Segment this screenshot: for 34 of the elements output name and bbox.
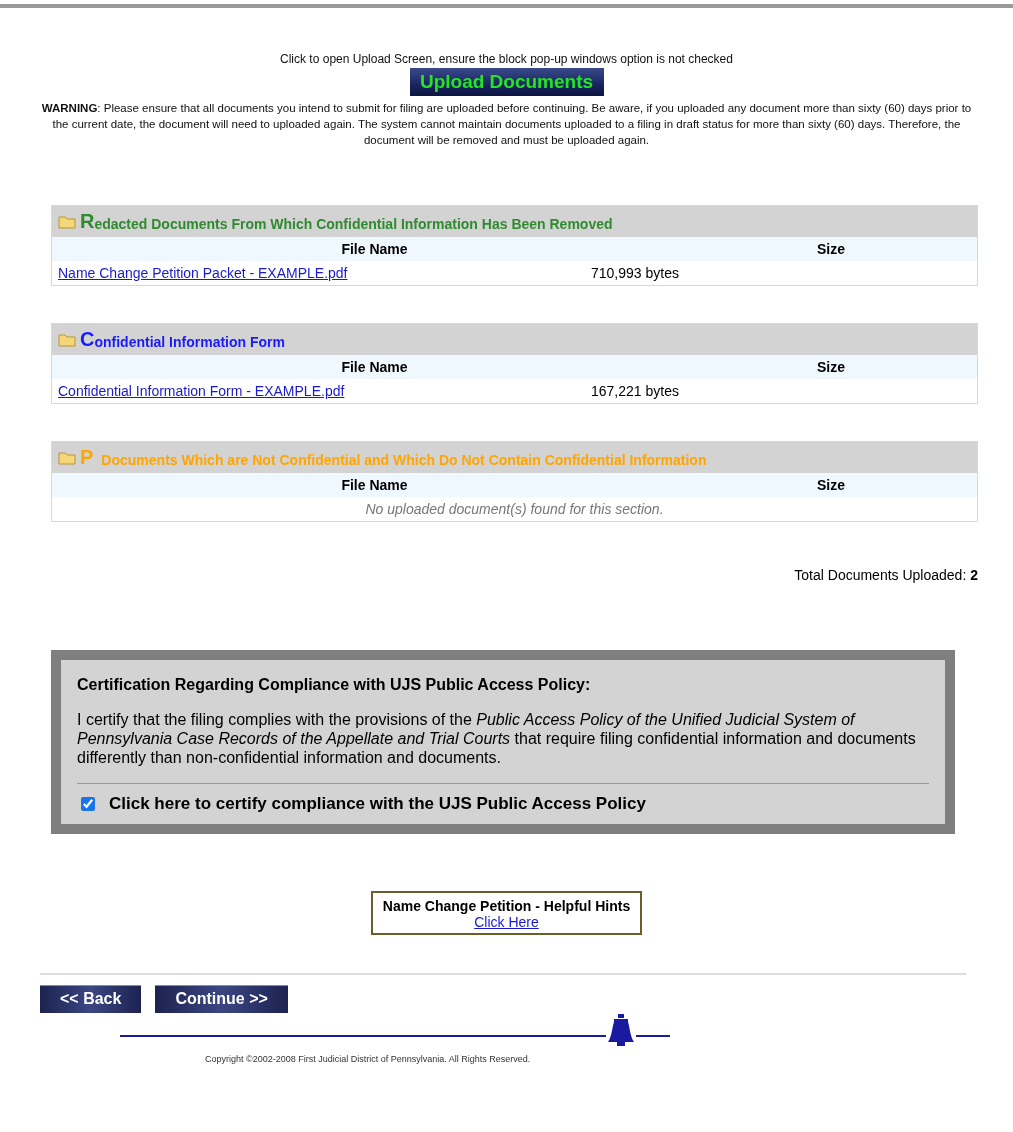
file-link[interactable]: Confidential Information Form - EXAMPLE.pdf <box>58 383 345 399</box>
copyright-text: Copyright ©2002-2008 First Judicial District of Pennsylvania. All Rights Reserved. <box>205 1054 532 1064</box>
back-button[interactable]: << Back <box>40 985 142 1013</box>
section-title: edacted Documents From Which Confidential Information Has Been Removed <box>94 215 613 232</box>
section-title: Documents Which are Not Confidential and Which Do Not Contain Confidential Information <box>101 451 707 468</box>
column-header: File Name <box>340 359 409 375</box>
certification-heading: Certification Regarding Compliance with UJS Public Access Policy: <box>77 676 592 694</box>
section-title: onfidential Information Form <box>94 333 285 350</box>
file-link[interactable]: Name Change Petition Packet - EXAMPLE.pdf <box>58 265 348 281</box>
column-header: Size <box>816 359 846 375</box>
upload-hint: Click to open Upload Screen, ensure the block pop-up windows option is not checked <box>280 52 733 66</box>
section-initial: C <box>80 328 95 351</box>
certify-label[interactable]: Click here to certify compliance with the UJS Public Access Policy <box>109 794 646 814</box>
column-header: File Name <box>340 241 409 257</box>
liberty-bell-icon <box>606 1013 636 1047</box>
folder-icon <box>58 214 76 229</box>
warning-text: WARNING: Please ensure that all documents you intend to submit for filing are uploaded before continuing. Be aware, if you uploaded any document more than sixty (60) days prior to the current date, the document will need to uploaded again. The system cannot maintain documents uploaded to a filing in draft status for more than sixty (60) days. Therefore, the document will be removed and must be uploaded again. <box>40 101 973 148</box>
total-documents: Total Documents Uploaded: 2 <box>794 567 978 583</box>
empty-message: No uploaded document(s) found for this section. <box>364 500 665 519</box>
column-header: Size <box>816 241 846 257</box>
section-initial: P <box>80 446 94 469</box>
continue-button[interactable]: Continue >> <box>155 985 288 1013</box>
folder-icon <box>58 450 76 465</box>
column-header: File Name <box>340 477 409 493</box>
click-here-link[interactable]: Click Here <box>474 914 539 930</box>
file-size: 167,221 bytes <box>591 383 680 399</box>
upload-documents-button[interactable]: Upload Documents <box>409 68 604 96</box>
column-header: Size <box>816 477 846 493</box>
certification-text: I certify that the filing complies with the provisions of the Public Access Policy of the Unified Judicial System of Pennsylvania Case Records of the Appellate and Trial Courts that require filing confidential information and documents differently than non-confidential information and documents. <box>77 710 917 767</box>
folder-icon <box>58 332 76 347</box>
certify-checkbox[interactable] <box>81 797 95 811</box>
hints-title: Name Change Petition - Helpful Hints <box>382 898 631 914</box>
file-size: 710,993 bytes <box>591 265 680 281</box>
section-initial: R <box>80 210 95 233</box>
